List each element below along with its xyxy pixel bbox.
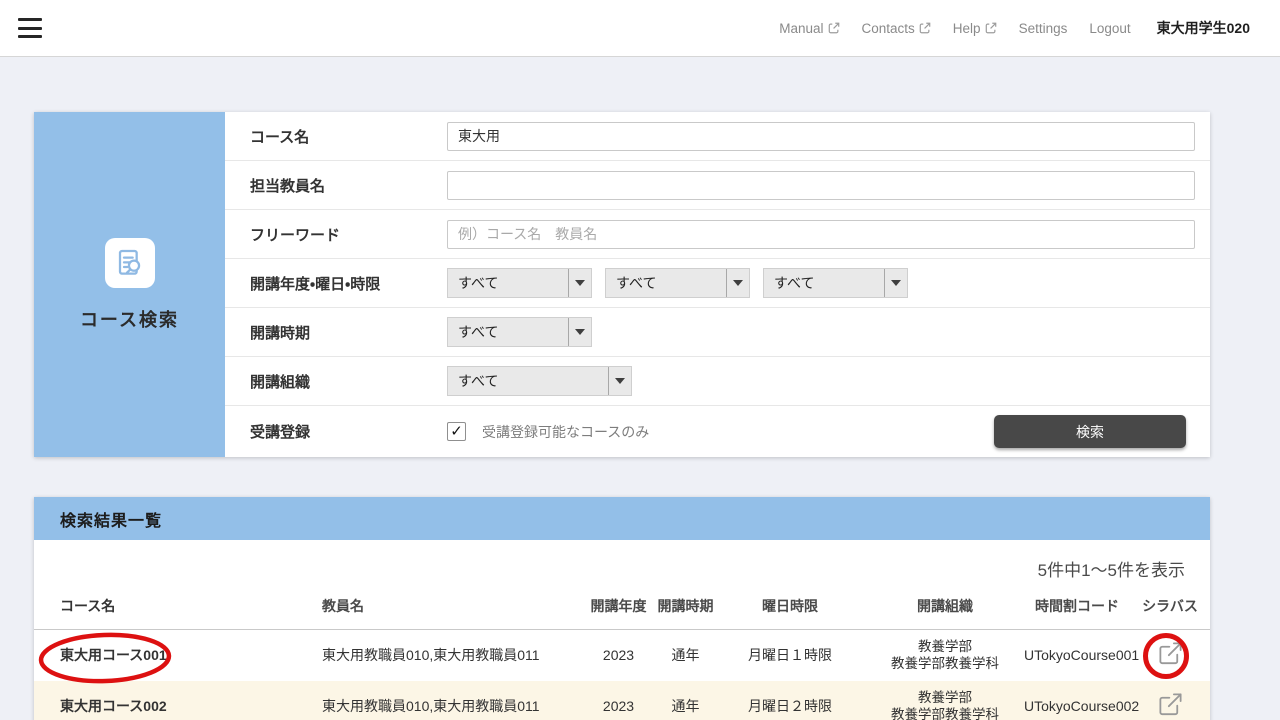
search-button[interactable]: 検索 bbox=[994, 415, 1186, 448]
external-link-icon bbox=[828, 22, 840, 34]
term-select[interactable]: すべて bbox=[447, 317, 592, 347]
day-period-cell: 月曜日１時限 bbox=[714, 647, 866, 665]
nav-logout-label: Logout bbox=[1089, 21, 1130, 36]
course-name-link[interactable]: 東大用コース002 bbox=[34, 698, 322, 716]
col-syllabus: シラバス bbox=[1130, 598, 1210, 616]
nav-contacts-label: Contacts bbox=[862, 21, 915, 36]
checkmark-icon: ✓ bbox=[450, 424, 463, 439]
course-search-icon bbox=[105, 238, 155, 288]
nav-manual[interactable]: Manual bbox=[779, 21, 839, 36]
form-row-course-name: コース名 bbox=[225, 112, 1210, 161]
teachers-cell: 東大用教職員010,東大用教職員011 bbox=[322, 647, 580, 665]
form-row-registration: 受講登録 ✓ 受講登録可能なコースのみ 検索 bbox=[225, 406, 1210, 457]
day-select[interactable]: すべて bbox=[605, 268, 750, 298]
result-row-1: 東大用コース001 東大用教職員010,東大用教職員011 2023 通年 月曜… bbox=[34, 630, 1210, 681]
nav-help-label: Help bbox=[953, 21, 981, 36]
course-name-input[interactable] bbox=[447, 122, 1195, 151]
col-term: 開講時期 bbox=[657, 598, 714, 616]
day-period-cell: 月曜日２時限 bbox=[714, 698, 866, 716]
external-link-icon bbox=[1157, 640, 1184, 667]
col-day-period: 曜日時限 bbox=[714, 598, 866, 616]
chevron-down-icon bbox=[568, 318, 591, 346]
col-year: 開講年度 bbox=[580, 598, 657, 616]
registration-checkbox-label: 受講登録可能なコースのみ bbox=[482, 422, 649, 442]
external-link-icon bbox=[985, 22, 997, 34]
external-link-icon bbox=[1157, 691, 1184, 718]
term-cell: 通年 bbox=[657, 698, 714, 716]
chevron-down-icon bbox=[726, 269, 749, 297]
col-course-name: コース名 bbox=[34, 598, 322, 616]
term-select-value: すべて bbox=[448, 318, 568, 346]
search-results-panel: 検索結果一覧 5件中1〜5件を表示 コース名 教員名 開講年度 開講時期 曜日時… bbox=[34, 497, 1210, 720]
registration-checkbox[interactable]: ✓ bbox=[447, 422, 466, 441]
teachers-cell: 東大用教職員010,東大用教職員011 bbox=[322, 698, 580, 716]
year-select-value: すべて bbox=[448, 269, 568, 297]
logged-in-user-name: 東大用学生020 bbox=[1157, 18, 1250, 38]
chevron-down-icon bbox=[568, 269, 591, 297]
year-select[interactable]: すべて bbox=[447, 268, 592, 298]
col-teachers: 教員名 bbox=[322, 598, 580, 616]
results-count-text: 5件中1〜5件を表示 bbox=[34, 540, 1210, 585]
year-cell: 2023 bbox=[580, 698, 657, 716]
form-row-year-day-period: 開講年度・曜日・時限 すべて すべて すべて bbox=[225, 259, 1210, 308]
nav-settings-label: Settings bbox=[1019, 21, 1068, 36]
free-word-input[interactable] bbox=[447, 220, 1195, 249]
course-name-link[interactable]: 東大用コース001 bbox=[34, 647, 322, 665]
result-row-2: 東大用コース002 東大用教職員010,東大用教職員011 2023 通年 月曜… bbox=[34, 681, 1210, 720]
period-select-value: すべて bbox=[764, 269, 884, 297]
results-table-header: コース名 教員名 開講年度 開講時期 曜日時限 開講組織 時間割コード シラバス bbox=[34, 585, 1210, 630]
syllabus-link[interactable] bbox=[1157, 691, 1184, 718]
form-row-term: 開講時期 すべて bbox=[225, 308, 1210, 357]
col-timetable-code: 時間割コード bbox=[1024, 598, 1130, 616]
term-label: 開講時期 bbox=[250, 322, 447, 343]
timetable-code-cell: UTokyoCourse001 bbox=[1024, 647, 1130, 665]
results-title: 検索結果一覧 bbox=[60, 507, 162, 531]
form-row-teacher-name: 担当教員名 bbox=[225, 161, 1210, 210]
year-cell: 2023 bbox=[580, 647, 657, 665]
menu-icon[interactable] bbox=[18, 18, 42, 38]
free-word-label: フリーワード bbox=[250, 224, 447, 245]
nav-logout[interactable]: Logout bbox=[1089, 21, 1130, 36]
organization-cell: 教養学部 教養学部教養学科 bbox=[866, 639, 1024, 673]
organization-select[interactable]: すべて bbox=[447, 366, 632, 396]
results-table: コース名 教員名 開講年度 開講時期 曜日時限 開講組織 時間割コード シラバス… bbox=[34, 585, 1210, 720]
year-day-period-label: 開講年度・曜日・時限 bbox=[250, 273, 447, 294]
form-row-organization: 開講組織 すべて bbox=[225, 357, 1210, 406]
registration-label: 受講登録 bbox=[250, 421, 447, 442]
form-row-free-word: フリーワード bbox=[225, 210, 1210, 259]
teacher-name-input[interactable] bbox=[447, 171, 1195, 200]
top-bar: Manual Contacts Help Settings Logout 東大用… bbox=[0, 0, 1280, 57]
term-cell: 通年 bbox=[657, 647, 714, 665]
nav-settings[interactable]: Settings bbox=[1019, 21, 1068, 36]
course-search-side-banner: コース検索 bbox=[34, 112, 225, 457]
chevron-down-icon bbox=[884, 269, 907, 297]
timetable-code-cell: UTokyoCourse002 bbox=[1024, 698, 1130, 716]
results-title-bar: 検索結果一覧 bbox=[34, 497, 1210, 540]
search-form: コース名 担当教員名 フリーワード 開講年度・曜日・時限 すべて すべて bbox=[225, 112, 1210, 457]
external-link-icon bbox=[919, 22, 931, 34]
organization-label: 開講組織 bbox=[250, 371, 447, 392]
organization-select-value: すべて bbox=[448, 367, 608, 395]
nav-help[interactable]: Help bbox=[953, 21, 997, 36]
teacher-name-label: 担当教員名 bbox=[250, 175, 447, 196]
chevron-down-icon bbox=[608, 367, 631, 395]
syllabus-link[interactable] bbox=[1157, 640, 1184, 667]
col-organization: 開講組織 bbox=[866, 598, 1024, 616]
search-panel-title: コース検索 bbox=[80, 306, 179, 332]
nav-manual-label: Manual bbox=[779, 21, 823, 36]
period-select[interactable]: すべて bbox=[763, 268, 908, 298]
top-nav: Manual Contacts Help Settings Logout 東大用… bbox=[779, 18, 1250, 38]
nav-contacts[interactable]: Contacts bbox=[862, 21, 931, 36]
course-search-panel: コース検索 コース名 担当教員名 フリーワード 開講年度・曜日・時限 すべて す… bbox=[34, 112, 1210, 457]
day-select-value: すべて bbox=[606, 269, 726, 297]
course-name-label: コース名 bbox=[250, 126, 447, 147]
organization-cell: 教養学部 教養学部教養学科 bbox=[866, 690, 1024, 720]
